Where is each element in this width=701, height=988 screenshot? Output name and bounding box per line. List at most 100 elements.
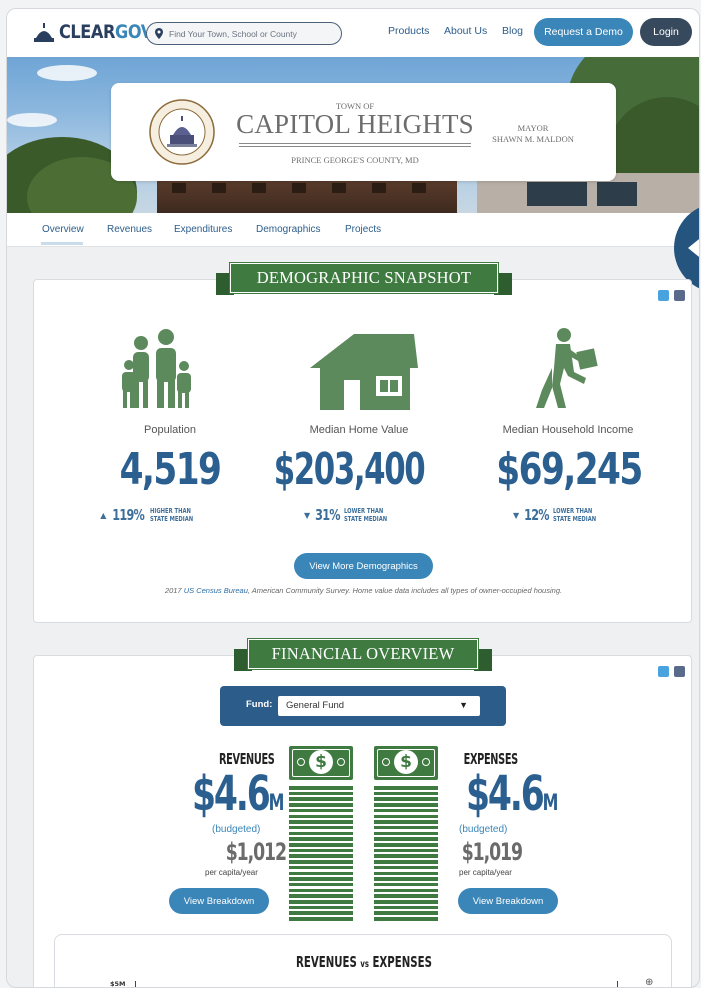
bill-stack-line bbox=[374, 843, 438, 847]
y-axis-line-right bbox=[617, 981, 618, 987]
tab-revenues[interactable]: Revenues bbox=[107, 224, 152, 235]
tab-overview[interactable]: Overview bbox=[42, 224, 84, 235]
chart-title-a: REVENUES bbox=[296, 953, 357, 971]
fund-label: Fund: bbox=[246, 699, 273, 710]
logo-text: CLEARGOV bbox=[59, 21, 153, 43]
income-change: ▼ 12% LOWER THAN STATE MEDIAN bbox=[468, 506, 668, 524]
bill-stack-line bbox=[374, 905, 438, 910]
twitter-icon[interactable] bbox=[658, 290, 669, 301]
revenues-money-stack: $ bbox=[289, 746, 353, 926]
twitter-icon[interactable] bbox=[658, 666, 669, 677]
bill-stack-line bbox=[374, 831, 438, 836]
income-pct: 12% bbox=[524, 506, 549, 524]
bill-stack-line bbox=[374, 860, 438, 864]
bill-stack-line bbox=[374, 854, 438, 858]
bill-stack-line bbox=[289, 797, 353, 801]
note-line: STATE MEDIAN bbox=[149, 515, 193, 523]
bill-stack-line bbox=[289, 865, 353, 870]
triangle-down-icon: ▼ bbox=[512, 510, 520, 520]
bill-stack-line bbox=[374, 917, 438, 921]
bill-stack-line bbox=[289, 848, 353, 853]
home-value-note: LOWER THAN STATE MEDIAN bbox=[344, 507, 397, 523]
pergola-beam bbox=[332, 183, 346, 193]
data-source-note: 2017 US Census Bureau, American Communit… bbox=[34, 586, 693, 595]
facebook-icon[interactable] bbox=[674, 666, 685, 677]
fund-select-value: General Fund bbox=[286, 700, 345, 711]
fund-select[interactable]: General Fund ▼ bbox=[278, 696, 480, 716]
y-axis-line bbox=[135, 981, 136, 987]
bill-stack-line bbox=[374, 911, 438, 915]
bill-stack-line bbox=[289, 831, 353, 836]
expenses-budgeted: (budgeted) bbox=[459, 824, 508, 835]
census-link[interactable]: US Census Bureau bbox=[184, 586, 248, 595]
revenues-budgeted: (budgeted) bbox=[212, 824, 261, 835]
pergola-beam bbox=[372, 183, 386, 193]
triangle-down-icon: ▼ bbox=[303, 510, 311, 520]
nav-products[interactable]: Products bbox=[388, 25, 429, 37]
revenues-view-breakdown-button[interactable]: View Breakdown bbox=[169, 888, 269, 914]
cloud bbox=[7, 113, 57, 127]
mayor-name: SHAWN M. MALDON bbox=[492, 134, 574, 144]
expenses-per-capita-label: per capita/year bbox=[459, 868, 512, 877]
request-demo-button[interactable]: Request a Demo bbox=[534, 18, 633, 46]
bill-stack-line bbox=[374, 882, 438, 887]
revenues-vs-expenses-chart: REVENUES vs EXPENSES $5M ⊕ bbox=[54, 934, 672, 988]
town-header-card: TOWN OF CAPITOL HEIGHTS PRINCE GEORGE'S … bbox=[111, 83, 616, 181]
revenues-per-capita-label: per capita/year bbox=[205, 868, 258, 877]
bill-stack-line bbox=[289, 854, 353, 858]
view-more-demographics-button[interactable]: View More Demographics bbox=[294, 553, 433, 579]
site-header: CLEARGOV Products About Us Blog Request … bbox=[7, 9, 699, 57]
facebook-icon[interactable] bbox=[674, 290, 685, 301]
population-note: HIGHER THAN STATE MEDIAN bbox=[150, 507, 203, 523]
chevron-left-icon bbox=[688, 235, 699, 261]
bill-stack-line bbox=[374, 803, 438, 807]
zoom-icon[interactable]: ⊕ bbox=[645, 977, 653, 987]
financial-overview-card: FINANCIAL OVERVIEW Fund: General Fund ▼ … bbox=[33, 639, 692, 988]
nav-blog[interactable]: Blog bbox=[502, 25, 523, 37]
bill-stack-line bbox=[374, 888, 438, 893]
income-value: $69,245 bbox=[496, 444, 643, 495]
login-button[interactable]: Login bbox=[640, 18, 692, 46]
bill-stack-line bbox=[374, 865, 438, 870]
source-year: 2017 bbox=[164, 586, 184, 595]
pergola-beam bbox=[252, 183, 266, 193]
bill-stack-line bbox=[289, 825, 353, 830]
bill-stack-line bbox=[374, 786, 438, 790]
search-box[interactable] bbox=[146, 22, 342, 45]
active-tab-indicator bbox=[41, 242, 83, 245]
y-axis-tick: $5M bbox=[110, 980, 126, 988]
bill-stack-line bbox=[374, 808, 438, 813]
dollar-bill-icon: $ bbox=[374, 746, 438, 780]
bill-stack-line bbox=[374, 837, 438, 841]
bill-stack-line bbox=[289, 877, 353, 881]
income-label: Median Household Income bbox=[502, 424, 634, 436]
bill-stack-line bbox=[374, 814, 438, 818]
bill-stack-line bbox=[289, 917, 353, 921]
divider bbox=[239, 146, 471, 147]
bill-stack-line bbox=[289, 786, 353, 790]
town-seal-icon bbox=[149, 99, 215, 165]
bill-stack-line bbox=[374, 820, 438, 824]
fund-selector-box: Fund: General Fund ▼ bbox=[220, 686, 506, 726]
town-name: CAPITOL HEIGHTS bbox=[236, 109, 474, 139]
demographic-snapshot-card: DEMOGRAPHIC SNAPSHOT Population Median H… bbox=[33, 263, 693, 623]
tab-expenditures[interactable]: Expenditures bbox=[174, 224, 232, 235]
note-line: STATE MEDIAN bbox=[344, 515, 388, 523]
cloud bbox=[37, 65, 97, 81]
population-change: ▲ 119% HIGHER THAN STATE MEDIAN bbox=[60, 506, 260, 524]
bill-stack-line bbox=[289, 882, 353, 887]
revenues-amount: $4.6M bbox=[192, 766, 284, 822]
bill-stack-line bbox=[374, 791, 438, 796]
expenses-view-breakdown-button[interactable]: View Breakdown bbox=[458, 888, 558, 914]
bill-stack-line bbox=[374, 871, 438, 875]
nav-about-us[interactable]: About Us bbox=[444, 25, 487, 37]
tab-demographics[interactable]: Demographics bbox=[256, 224, 320, 235]
bill-stack-line bbox=[374, 848, 438, 853]
tab-projects[interactable]: Projects bbox=[345, 224, 381, 235]
population-pct: 119% bbox=[112, 506, 146, 524]
search-input[interactable] bbox=[169, 28, 329, 39]
banner-title: DEMOGRAPHIC SNAPSHOT bbox=[230, 263, 498, 293]
revenues-per-capita: $1,012 bbox=[225, 838, 287, 866]
bill-stack-line bbox=[289, 808, 353, 813]
bill-stack-line bbox=[289, 814, 353, 818]
